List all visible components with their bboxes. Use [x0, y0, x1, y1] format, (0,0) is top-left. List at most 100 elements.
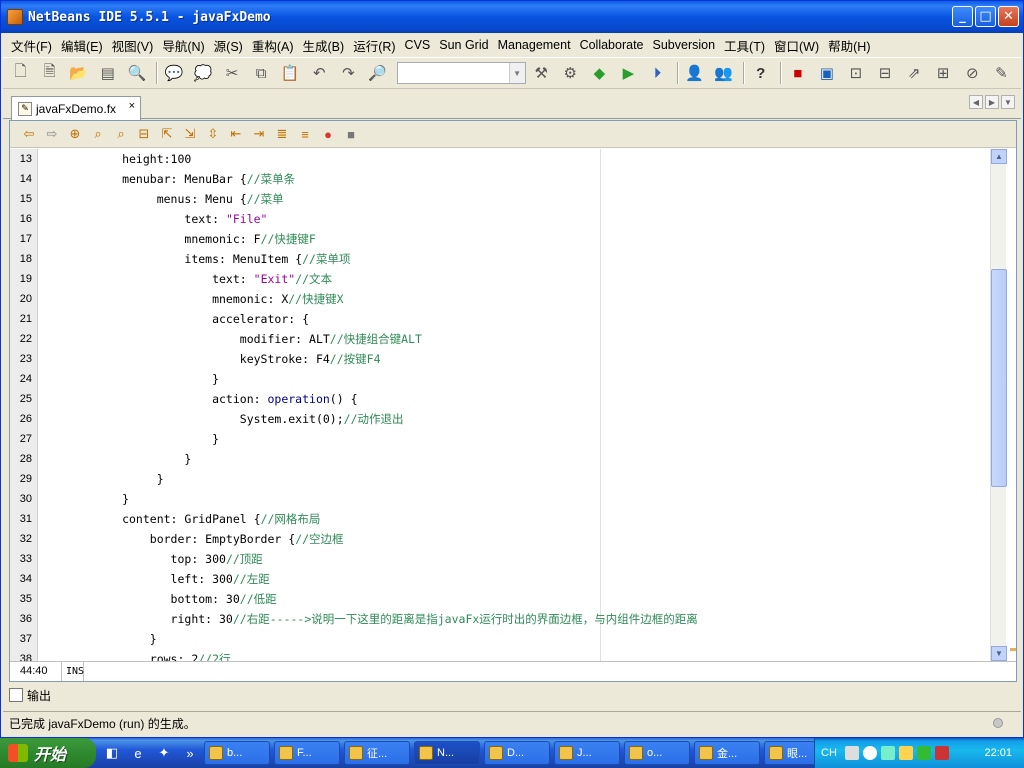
- code-line[interactable]: right: 30//右距----->说明一下这里的距离是指javaFx运行时出…: [39, 609, 987, 629]
- paste-icon[interactable]: 📋: [281, 62, 300, 84]
- code-line[interactable]: text: "Exit"//文本: [39, 269, 987, 289]
- step-out-icon[interactable]: ⇗: [905, 62, 924, 84]
- profile-icon[interactable]: 👤: [685, 62, 704, 84]
- update-icon[interactable]: [934, 746, 949, 760]
- forward-icon[interactable]: ⇨: [43, 125, 61, 143]
- tab-list-dropdown-icon[interactable]: ▼: [1001, 95, 1015, 109]
- run-icon[interactable]: ▶: [619, 62, 638, 84]
- code-line[interactable]: rows: 2//2行: [39, 649, 987, 661]
- find-next-icon[interactable]: ⌕: [112, 125, 130, 143]
- scroll-up-icon[interactable]: ▲: [991, 149, 1007, 164]
- tab-javafxdemo[interactable]: ✎ javaFxDemo.fx ×: [11, 96, 141, 120]
- shift-left-icon[interactable]: ⇤: [227, 125, 245, 143]
- breakpoint-icon[interactable]: ✎: [992, 62, 1011, 84]
- menu-item[interactable]: Sun Grid: [439, 38, 488, 52]
- code-line[interactable]: left: 300//左距: [39, 569, 987, 589]
- code-line[interactable]: }: [39, 449, 987, 469]
- taskbar-button[interactable]: D...: [484, 741, 550, 765]
- menu-item[interactable]: 视图(V): [112, 36, 154, 55]
- pause-icon[interactable]: ▣: [817, 62, 836, 84]
- code-line[interactable]: }: [39, 369, 987, 389]
- menu-item[interactable]: 窗口(W): [774, 36, 819, 55]
- code-line[interactable]: text: "File": [39, 209, 987, 229]
- scroll-tabs-right-icon[interactable]: ▶: [985, 95, 999, 109]
- code-line[interactable]: border: EmptyBorder {//空边框: [39, 529, 987, 549]
- menu-item[interactable]: 源(S): [214, 36, 243, 55]
- run-main-icon[interactable]: ◆: [590, 62, 609, 84]
- taskbar-button[interactable]: b...: [204, 741, 270, 765]
- menu-item[interactable]: Subversion: [653, 38, 716, 52]
- configuration-combo[interactable]: ▼: [397, 62, 526, 84]
- tray-expand-icon[interactable]: [862, 746, 877, 760]
- menu-item[interactable]: 导航(N): [162, 36, 204, 55]
- stop-macro-icon[interactable]: ■: [342, 125, 360, 143]
- next-bookmark-icon[interactable]: ⇲: [181, 125, 199, 143]
- code-line[interactable]: menubar: MenuBar {//菜单条: [39, 169, 987, 189]
- ie-icon[interactable]: e: [128, 744, 148, 762]
- open-project-icon[interactable]: 📂: [69, 62, 88, 84]
- menu-item[interactable]: 重构(A): [252, 36, 294, 55]
- step-over-icon[interactable]: ⊡: [846, 62, 865, 84]
- chevron-down-icon[interactable]: ▼: [508, 63, 525, 83]
- quicklaunch-more-icon[interactable]: »: [180, 744, 200, 762]
- menu-item[interactable]: 生成(B): [303, 36, 345, 55]
- menu-item[interactable]: CVS: [405, 38, 431, 52]
- toggle-highlight-icon[interactable]: ⊟: [135, 125, 153, 143]
- clock[interactable]: 22:01: [984, 747, 1012, 759]
- previous-bookmark-icon[interactable]: ⇱: [158, 125, 176, 143]
- code-line[interactable]: action: operation() {: [39, 389, 987, 409]
- redo-icon[interactable]: ↷: [339, 62, 358, 84]
- error-stripe-mark[interactable]: [1010, 648, 1016, 651]
- menu-item[interactable]: 编辑(E): [61, 36, 103, 55]
- start-button[interactable]: 开始: [0, 738, 96, 768]
- run-to-cursor-icon[interactable]: ⊞: [934, 62, 953, 84]
- find-previous-icon[interactable]: ⌕: [89, 125, 107, 143]
- close-window-button[interactable]: ✕: [998, 6, 1019, 27]
- show-desktop-icon[interactable]: ◧: [102, 744, 122, 762]
- comment-icon[interactable]: 💬: [164, 62, 184, 84]
- code-line[interactable]: mnemonic: F//快捷键F: [39, 229, 987, 249]
- code-line[interactable]: }: [39, 429, 987, 449]
- code-text-area[interactable]: height:100 menubar: MenuBar {//菜单条 menus…: [39, 149, 987, 661]
- maximize-button[interactable]: □: [975, 6, 996, 27]
- keyboard-icon[interactable]: [844, 746, 859, 760]
- menu-item[interactable]: 运行(R): [353, 36, 395, 55]
- minimize-button[interactable]: _: [952, 6, 973, 27]
- stop-icon[interactable]: ■: [788, 62, 807, 84]
- search-icon[interactable]: 🔎: [368, 62, 387, 84]
- taskbar-button[interactable]: 金...: [694, 741, 760, 765]
- scrollbar-thumb[interactable]: [991, 269, 1007, 487]
- new-project-icon[interactable]: 🗋: [11, 62, 30, 84]
- code-line[interactable]: height:100: [39, 149, 987, 169]
- new-file-icon[interactable]: 🗎: [40, 62, 59, 84]
- find-selection-icon[interactable]: ⊕: [66, 125, 84, 143]
- shift-right-icon[interactable]: ⇥: [250, 125, 268, 143]
- code-line[interactable]: }: [39, 629, 987, 649]
- code-line[interactable]: mnemonic: X//快捷键X: [39, 289, 987, 309]
- find-icon[interactable]: 🔍: [127, 62, 147, 84]
- input-language[interactable]: CH: [821, 747, 837, 759]
- help-icon[interactable]: ?: [751, 62, 770, 84]
- scroll-down-icon[interactable]: ▼: [991, 646, 1007, 661]
- back-icon[interactable]: ⇦: [20, 125, 38, 143]
- taskbar-button[interactable]: J...: [554, 741, 620, 765]
- build-icon[interactable]: ⚒: [532, 62, 551, 84]
- taskbar-button[interactable]: N...: [414, 741, 480, 765]
- taskbar-button[interactable]: 征...: [344, 741, 410, 765]
- vertical-scrollbar[interactable]: ▲ ▼: [990, 149, 1007, 661]
- taskbar-button[interactable]: F...: [274, 741, 340, 765]
- menu-item[interactable]: 工具(T): [724, 36, 765, 55]
- copy-icon[interactable]: ⧉: [252, 62, 271, 84]
- code-line[interactable]: modifier: ALT//快捷组合键ALT: [39, 329, 987, 349]
- clean-build-icon[interactable]: ⚙: [561, 62, 580, 84]
- code-line[interactable]: content: GridPanel {//网格布局: [39, 509, 987, 529]
- title-bar[interactable]: NetBeans IDE 5.5.1 - javaFxDemo _ □ ✕: [1, 1, 1023, 33]
- toggle-bookmark-icon[interactable]: ⇳: [204, 125, 222, 143]
- network-icon[interactable]: [880, 746, 895, 760]
- close-tab-icon[interactable]: ×: [129, 100, 135, 112]
- code-line[interactable]: System.exit(0);//动作退出: [39, 409, 987, 429]
- code-line[interactable]: top: 300//顶距: [39, 549, 987, 569]
- save-all-icon[interactable]: ▤: [98, 62, 117, 84]
- code-line[interactable]: keyStroke: F4//按键F4: [39, 349, 987, 369]
- uncomment-icon[interactable]: 💭: [193, 62, 213, 84]
